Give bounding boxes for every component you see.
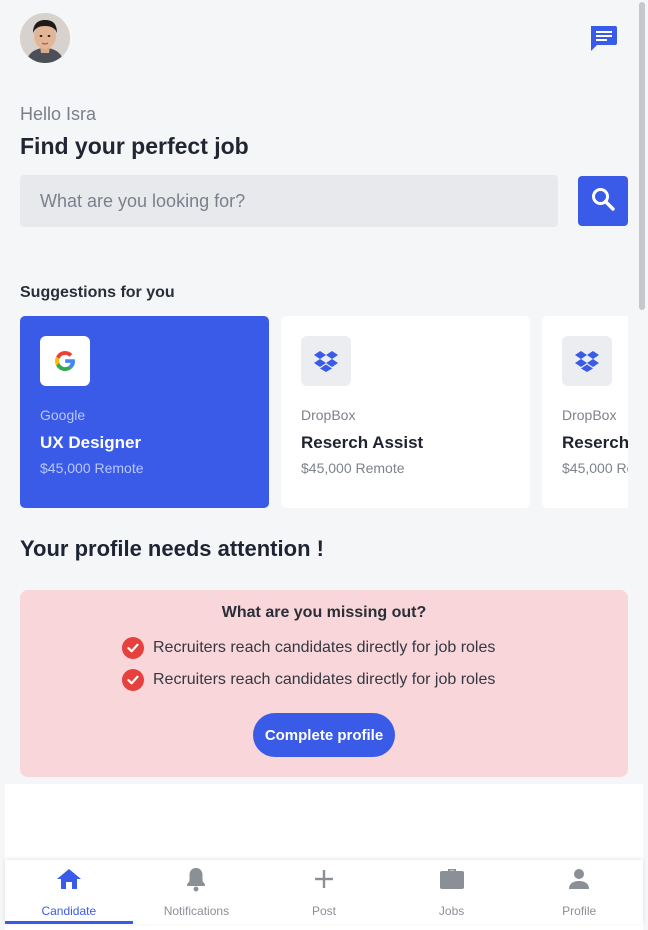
nav-item-notifications[interactable]: Notifications xyxy=(133,860,261,924)
nav-item-jobs[interactable]: Jobs xyxy=(388,860,516,924)
nav-label: Post xyxy=(311,904,336,918)
dropbox-logo-icon xyxy=(562,336,612,386)
nav-label: Notifications xyxy=(163,904,230,918)
nav-label: Jobs xyxy=(438,904,465,918)
job-salary: $45,000 Remote xyxy=(40,460,144,476)
benefit-item: Recruiters reach candidates directly for… xyxy=(122,668,495,692)
search-button[interactable] xyxy=(578,176,628,226)
search-input[interactable] xyxy=(20,175,558,227)
avatar[interactable] xyxy=(20,13,70,63)
job-role: Reserch Assist xyxy=(301,433,424,452)
profile-alert-box: What are you missing out? Recruiters rea… xyxy=(20,590,628,777)
nav-item-candidate[interactable]: Candidate xyxy=(5,860,133,924)
job-company: Google xyxy=(40,407,86,423)
scrollbar-thumb[interactable] xyxy=(639,2,645,310)
benefit-text: Recruiters reach candidates directly for… xyxy=(153,639,496,656)
job-salary: $45,000 Remote xyxy=(301,460,405,476)
bell-icon xyxy=(183,866,209,892)
person-icon xyxy=(566,866,592,892)
job-role: Reserch Assist xyxy=(562,433,628,452)
chat-icon[interactable] xyxy=(588,24,618,52)
bottom-nav: Candidate Notifications Post Jobs Profil… xyxy=(5,860,643,924)
attention-title: Your profile needs attention ! xyxy=(20,536,324,561)
plus-icon xyxy=(311,866,337,892)
benefit-text: Recruiters reach candidates directly for… xyxy=(153,671,496,688)
job-salary: $45,000 Remote xyxy=(562,460,628,476)
nav-item-profile[interactable]: Profile xyxy=(515,860,643,924)
benefit-item: Recruiters reach candidates directly for… xyxy=(122,636,495,660)
suggestions-carousel[interactable]: Google UX Designer $45,000 Remote DropBo… xyxy=(20,316,628,508)
complete-profile-button[interactable]: Complete profile xyxy=(253,713,395,757)
search-field[interactable] xyxy=(20,175,558,227)
check-circle-icon xyxy=(122,669,144,691)
job-card[interactable]: DropBox Reserch Assist $45,000 Remote xyxy=(281,316,530,508)
check-circle-icon xyxy=(122,637,144,659)
job-company: DropBox xyxy=(562,407,617,423)
nav-label: Profile xyxy=(562,904,597,918)
job-card[interactable]: Google UX Designer $45,000 Remote xyxy=(20,316,269,508)
nav-label: Candidate xyxy=(41,904,97,918)
suggestions-title: Suggestions for you xyxy=(20,284,175,301)
home-icon xyxy=(56,866,82,892)
dropbox-logo-icon xyxy=(301,336,351,386)
greeting: Hello Isra xyxy=(20,104,97,124)
nav-item-post[interactable]: Post xyxy=(260,860,388,924)
alert-title: What are you missing out? xyxy=(221,604,427,621)
job-company: DropBox xyxy=(301,407,356,423)
job-card[interactable]: DropBox Reserch Assist $45,000 Remote xyxy=(542,316,628,508)
search-icon xyxy=(590,186,616,217)
job-role: UX Designer xyxy=(40,433,142,452)
briefcase-icon xyxy=(439,866,465,892)
page-title: Find your perfect job xyxy=(20,133,249,159)
google-logo-icon xyxy=(40,336,90,386)
